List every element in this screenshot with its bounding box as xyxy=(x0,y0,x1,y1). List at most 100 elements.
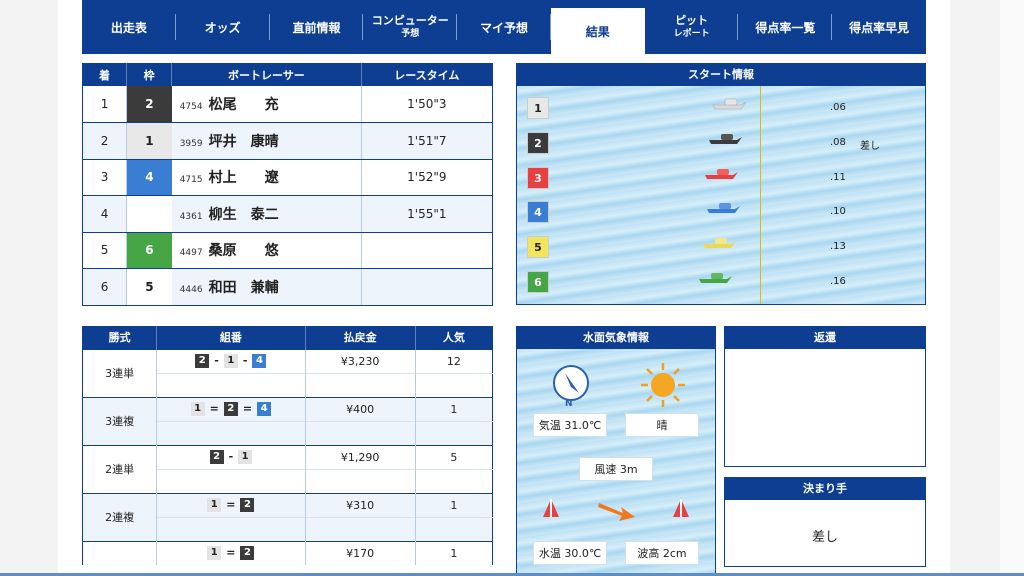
wind-direction-icon xyxy=(553,365,589,401)
result-row: 4 3 4361 柳生 泰二 1'55"1 xyxy=(82,195,493,233)
winning-technique-panel: 決まり手 差し xyxy=(724,477,926,567)
col-popularity: 人気 xyxy=(415,326,493,349)
tab-pre-race-info[interactable]: 直前情報 xyxy=(270,0,364,54)
racer-name: 村上 遼 xyxy=(208,170,279,187)
compass-north-label: N xyxy=(565,399,573,409)
boat-icon xyxy=(707,203,740,213)
wind-speed: 風速 3m xyxy=(579,457,653,481)
combo-separator: = xyxy=(226,546,236,560)
rank-cell: 2 xyxy=(82,122,128,160)
course-number-box: 3 xyxy=(527,167,549,189)
tab-score-rate-chart[interactable]: 得点率早見 xyxy=(832,0,926,54)
waku-cell: 2 xyxy=(126,86,172,123)
race-tabs: 出走表 オッズ 直前情報 コンピューター 予想 マイ予想 結果 ピット レポート 得… xyxy=(82,0,926,54)
payout-table: 勝式 組番 払戻金 人気 3連単 2-1-4 ¥3,230 12 3連複 1 = 2… xyxy=(82,326,493,565)
racer-reg-number: 4446 xyxy=(179,284,203,295)
result-row: 2 1 3959 坪井 康晴 1'51"7 xyxy=(82,122,493,160)
start-row: 3 .11 xyxy=(517,160,925,194)
combination-cell: 2-1 xyxy=(156,444,306,469)
racer-cell[interactable]: 4361 柳生 泰二 xyxy=(171,195,362,233)
col-bet-type: 勝式 xyxy=(82,326,158,349)
popularity-cell: 12 xyxy=(415,348,493,373)
rank-cell: 4 xyxy=(82,195,128,233)
sun-icon xyxy=(641,363,685,407)
race-time-cell xyxy=(361,268,493,306)
tab-my-prediction[interactable]: マイ予想 xyxy=(457,0,551,54)
buoy-icon xyxy=(673,499,689,517)
bet-type-cell: 2連複 xyxy=(82,492,158,541)
waku-mark: 1 xyxy=(190,402,205,416)
winning-technique-value: 差し xyxy=(811,530,838,545)
tab-computer-prediction[interactable]: コンピューター 予想 xyxy=(363,0,457,54)
racer-reg-number: 3959 xyxy=(179,138,203,149)
start-info-panel: スタート情報 1 .06 2 .08 差し 3 .11 4 .10 5 .13 … xyxy=(516,63,926,305)
start-info-title: スタート情報 xyxy=(517,64,925,86)
result-row: 3 4 4715 村上 遼 1'52"9 xyxy=(82,159,493,196)
result-row: 1 2 4754 松尾 充 1'50"3 xyxy=(82,86,493,123)
course-number-box: 4 xyxy=(527,201,549,223)
racer-name: 桑原 悠 xyxy=(208,243,279,260)
racer-cell[interactable]: 4754 松尾 充 xyxy=(171,86,362,123)
water-background: N 気温 31.0℃ 晴 風速 3m 水温 30.0℃ 波高 2cm xyxy=(517,349,715,576)
combo-separator: - xyxy=(228,450,234,463)
start-note: 差し xyxy=(860,141,880,152)
start-timing: .13 xyxy=(830,241,846,252)
bet-type-cell: 3連複 xyxy=(82,396,158,445)
racer-cell[interactable]: 3959 坪井 康晴 xyxy=(171,122,362,160)
racer-name: 和田 兼輔 xyxy=(208,279,279,296)
popularity-cell: 1 xyxy=(415,540,493,565)
combo-separator: - xyxy=(214,354,219,367)
race-time-cell: 1'50"3 xyxy=(361,86,493,123)
bet-type-cell: 2連単 xyxy=(82,444,158,493)
bet-type-cell: 3連単 xyxy=(82,348,158,397)
waku-cell: 4 xyxy=(126,159,172,196)
tab-entry-list[interactable]: 出走表 xyxy=(82,0,176,54)
combo-separator: = xyxy=(209,402,219,415)
racer-name: 坪井 康晴 xyxy=(208,133,279,150)
col-payout: 払戻金 xyxy=(305,326,416,349)
weather-title: 水面気象情報 xyxy=(517,327,715,349)
combo-separator: = xyxy=(226,498,236,511)
col-rank: 着 xyxy=(82,63,128,86)
payout-amount: ¥3,230 xyxy=(305,348,416,373)
popularity-cell: 5 xyxy=(415,444,493,469)
course-number-box: 5 xyxy=(527,236,549,258)
payout-row: 2連複 1 = 2 ¥310 1 xyxy=(82,492,493,541)
waku-cell: 3 xyxy=(126,195,172,233)
winning-technique-title: 決まり手 xyxy=(725,478,925,500)
start-row: 5 .13 xyxy=(517,229,925,263)
waku-cell: 1 xyxy=(126,122,172,160)
weather-panel: 水面気象情報 N 気温 31.0℃ 晴 風速 3m 水温 30.0℃ 波高 2c… xyxy=(516,326,716,576)
waku-mark: 1 xyxy=(207,546,222,561)
waku-mark: 1 xyxy=(238,450,253,464)
rank-cell: 6 xyxy=(82,268,128,306)
result-row: 5 6 4497 桑原 悠 xyxy=(82,232,493,269)
wind-arrow-icon xyxy=(598,503,635,521)
air-temperature: 気温 31.0℃ xyxy=(533,413,607,437)
waku-mark: 2 xyxy=(240,546,255,561)
payout-amount: ¥170 xyxy=(305,540,416,565)
payout-amount: ¥310 xyxy=(305,492,416,517)
race-time-cell: 1'52"9 xyxy=(361,159,493,196)
race-time-cell: 1'51"7 xyxy=(361,122,493,160)
water-temperature: 水温 30.0℃ xyxy=(533,541,607,565)
payout-row: 3連複 1 = 2 = 4 ¥400 1 xyxy=(82,396,493,445)
tab-score-rate-list[interactable]: 得点率一覧 xyxy=(738,0,833,54)
tab-results[interactable]: 結果 xyxy=(550,8,645,54)
refund-panel: 返還 xyxy=(724,326,926,467)
waku-mark: 1 xyxy=(223,354,238,368)
racer-cell[interactable]: 4446 和田 兼輔 xyxy=(171,268,362,306)
combination-cell: 1 = 2 xyxy=(156,492,306,517)
race-time-cell: 1'55"1 xyxy=(361,195,493,233)
popularity-cell: 1 xyxy=(415,492,493,517)
racer-cell[interactable]: 4715 村上 遼 xyxy=(171,159,362,196)
rank-cell: 5 xyxy=(82,232,128,269)
combination-cell: 1 = 2 = 4 xyxy=(156,396,306,421)
tab-pit-report[interactable]: ピット レポート xyxy=(645,0,739,54)
racer-cell[interactable]: 4497 桑原 悠 xyxy=(171,232,362,269)
race-time-cell xyxy=(361,232,493,269)
buoy-icon xyxy=(543,499,559,517)
waku-cell: 5 xyxy=(126,268,172,306)
tab-odds[interactable]: オッズ xyxy=(176,0,270,54)
scrollbar[interactable] xyxy=(1000,0,1024,576)
